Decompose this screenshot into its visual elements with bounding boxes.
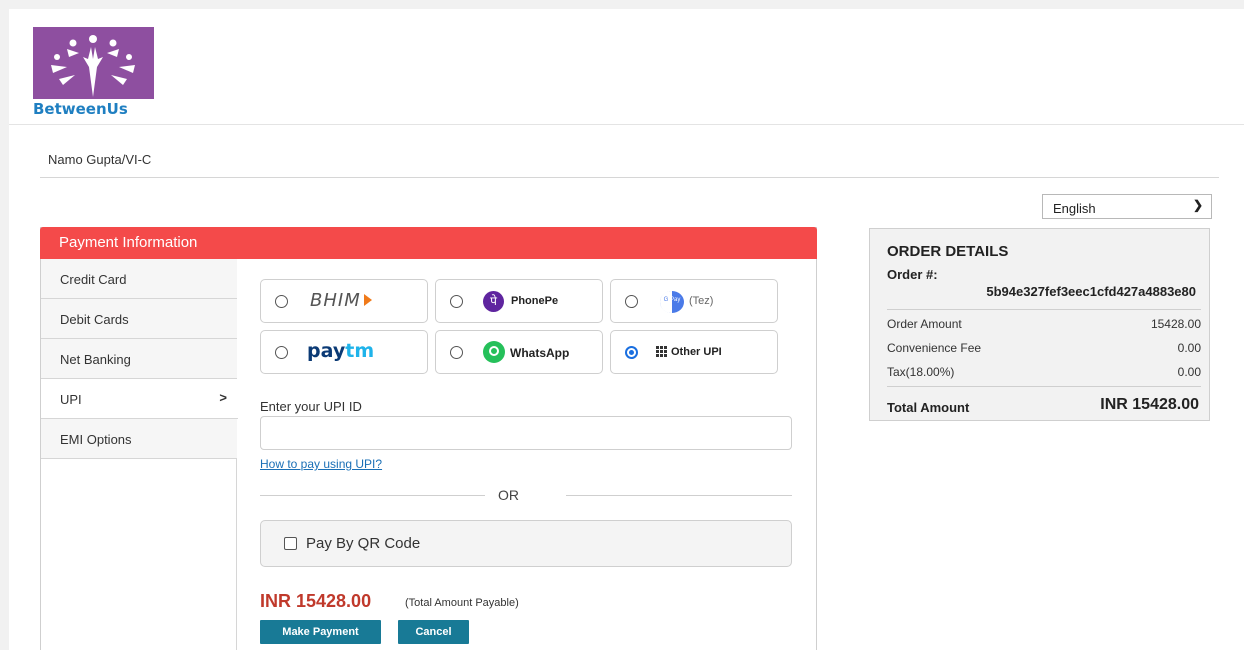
upi-id-label: Enter your UPI ID xyxy=(260,399,362,414)
sidebar-item-label: Net Banking xyxy=(60,352,131,367)
radio-other-upi[interactable] xyxy=(625,346,638,359)
order-details-panel: ORDER DETAILS Order #: 5b94e327fef3eec1c… xyxy=(869,228,1210,421)
sidebar-item-label: EMI Options xyxy=(60,432,132,447)
order-number: 5b94e327fef3eec1cfd427a4883e80 xyxy=(986,284,1196,299)
make-payment-button[interactable]: Make Payment xyxy=(260,620,381,644)
qr-code-label: Pay By QR Code xyxy=(306,535,421,552)
gpay-badge-g: G xyxy=(663,297,669,303)
sidebar-item-credit-card[interactable]: Credit Card xyxy=(41,259,237,299)
cancel-button[interactable]: Cancel xyxy=(398,620,469,644)
divider xyxy=(887,309,1201,310)
language-select-value: English xyxy=(1053,201,1096,216)
radio-paytm[interactable] xyxy=(275,346,288,359)
or-separator: OR xyxy=(498,487,519,503)
paytm-logo: paytm xyxy=(307,340,375,362)
total-amount-note: (Total Amount Payable) xyxy=(405,597,519,609)
upi-option-other[interactable]: Other UPI xyxy=(610,330,778,374)
upi-option-whatsapp[interactable]: WhatsApp xyxy=(435,330,603,374)
radio-phonepe[interactable] xyxy=(450,295,463,308)
how-to-pay-link[interactable]: How to pay using UPI? xyxy=(260,457,382,471)
upi-option-gpay[interactable]: G Pay (Tez) xyxy=(610,279,778,323)
sidebar-item-net-banking[interactable]: Net Banking xyxy=(41,339,237,379)
divider xyxy=(887,386,1201,387)
grid-icon xyxy=(656,346,667,357)
order-row-amount: Order Amount 15428.00 xyxy=(887,317,1201,331)
upi-option-bhim[interactable]: BHIM xyxy=(260,279,428,323)
radio-whatsapp[interactable] xyxy=(450,346,463,359)
order-details-title: ORDER DETAILS xyxy=(887,243,1009,260)
header: BetweenUs xyxy=(9,9,1244,125)
sidebar-item-label: UPI xyxy=(60,392,82,407)
student-name: Namo Gupta/VI-C xyxy=(48,152,152,167)
page: BetweenUs Namo Gupta/VI-C English ❯ Paym… xyxy=(9,9,1244,650)
sidebar-item-upi[interactable]: UPI > xyxy=(41,379,238,419)
divider xyxy=(260,495,485,496)
order-total-value: INR 15428.00 xyxy=(1100,396,1199,413)
language-select[interactable]: English ❯ xyxy=(1042,194,1212,219)
bhim-logo: BHIM xyxy=(310,290,361,311)
radio-gpay[interactable] xyxy=(625,295,638,308)
gpay-badge-pay: Pay xyxy=(670,297,681,303)
whatsapp-label: WhatsApp xyxy=(510,346,570,360)
order-number-label: Order #: xyxy=(887,267,938,282)
phonepe-icon: पे xyxy=(483,291,504,312)
bhim-arrow-icon xyxy=(364,294,372,306)
sidebar-item-label: Debit Cards xyxy=(60,312,129,327)
tree-logo-icon xyxy=(51,35,135,97)
chevron-right-icon: > xyxy=(219,390,227,405)
order-row-tax: Tax(18.00%) 0.00 xyxy=(887,365,1201,379)
whatsapp-icon xyxy=(483,341,505,363)
upi-option-phonepe[interactable]: पे PhonePe xyxy=(435,279,603,323)
logo-text: BetweenUs xyxy=(33,100,128,118)
order-row-convenience-fee: Convenience Fee 0.00 xyxy=(887,341,1201,355)
gpay-label: (Tez) xyxy=(689,295,714,307)
divider xyxy=(566,495,792,496)
other-upi-label: Other UPI xyxy=(671,346,722,358)
upi-id-input[interactable] xyxy=(260,416,792,450)
upi-option-paytm[interactable]: paytm xyxy=(260,330,428,374)
chevron-down-icon: ❯ xyxy=(1192,198,1203,212)
phonepe-label: PhonePe xyxy=(511,295,559,307)
radio-bhim[interactable] xyxy=(275,295,288,308)
payment-method-sidebar: Credit Card Debit Cards Net Banking UPI >… xyxy=(41,259,238,650)
qr-code-option[interactable]: Pay By QR Code xyxy=(260,520,792,567)
qr-code-checkbox[interactable] xyxy=(284,537,297,550)
sidebar-item-debit-cards[interactable]: Debit Cards xyxy=(41,299,237,339)
order-total-label: Total Amount xyxy=(887,400,970,415)
total-amount-payable: INR 15428.00 xyxy=(260,591,372,611)
sidebar-item-emi-options[interactable]: EMI Options xyxy=(41,419,237,459)
divider xyxy=(40,177,1219,178)
payment-panel-title: Payment Information xyxy=(40,227,817,259)
sidebar-item-label: Credit Card xyxy=(60,272,127,287)
gpay-icon: G Pay xyxy=(660,291,684,313)
logo xyxy=(33,27,154,99)
